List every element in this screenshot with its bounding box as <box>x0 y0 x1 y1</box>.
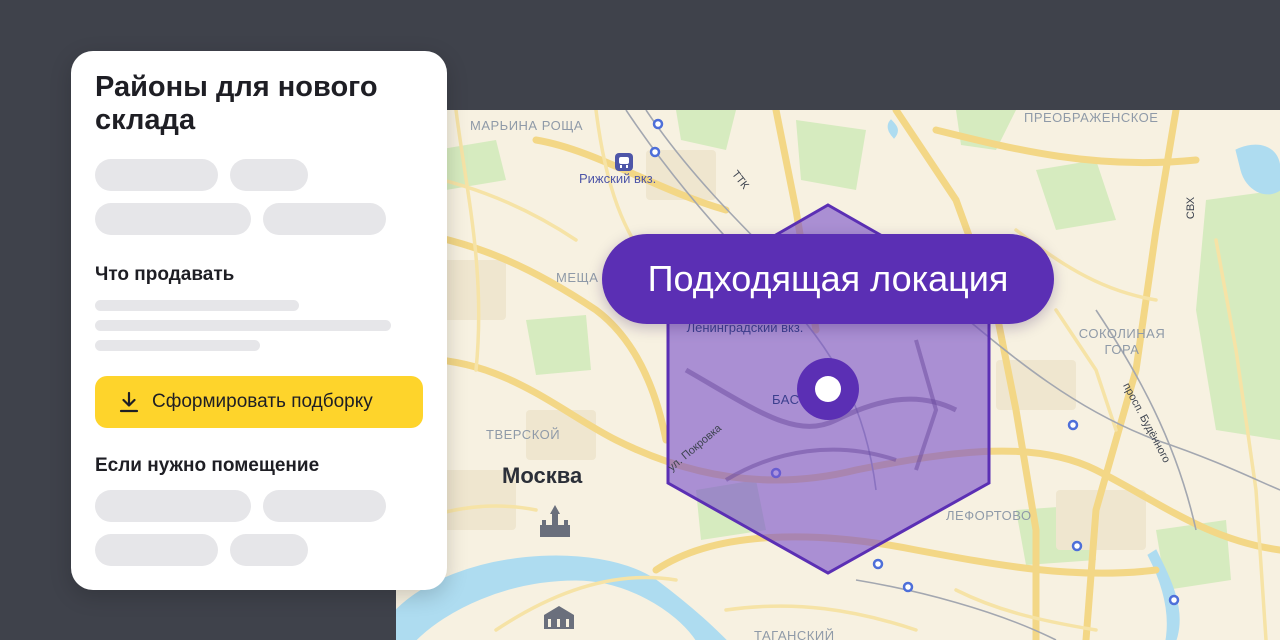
map-label-marina-roshcha: МАРЬИНА РОЩА <box>470 118 584 133</box>
filter-chip-placeholder[interactable] <box>95 159 218 191</box>
map-label-tverskoy: ТВЕРСКОЙ <box>486 427 561 442</box>
generate-selection-label: Сформировать подборку <box>152 391 373 412</box>
download-icon <box>119 391 139 413</box>
kremlin-icon <box>540 505 570 537</box>
filter-chip-placeholder[interactable] <box>95 534 218 566</box>
location-pin-icon[interactable] <box>797 358 859 420</box>
landmark-icon <box>544 606 574 629</box>
filter-chip-placeholder[interactable] <box>263 490 386 522</box>
map-label-sokolinaya-gora: СОКОЛИНАЯ ГОРА <box>1078 326 1166 357</box>
filter-chip-placeholder[interactable] <box>230 534 308 566</box>
map-view[interactable]: МАРЬИНА РОЩА ПРЕОБРАЖЕНСКОЕ Рижский вкз.… <box>396 110 1280 640</box>
text-line-placeholder <box>95 320 391 331</box>
map-label-taganskiy: ТАГАНСКИЙ <box>754 628 835 640</box>
railway-station-icon <box>615 153 633 171</box>
map-label-meshchansky: МЕЩА <box>556 270 599 285</box>
text-line-placeholder <box>95 300 299 311</box>
panel-title: Районы для нового склада <box>95 71 378 136</box>
filter-chip-placeholder[interactable] <box>263 203 386 235</box>
suitable-location-badge: Подходящая локация <box>602 234 1054 324</box>
map-label-svh: СВХ <box>1185 196 1198 220</box>
warehouse-districts-panel: Районы для нового склада Что продавать С… <box>71 51 447 590</box>
map-label-lefortovo: ЛЕФОРТОВО <box>946 508 1032 523</box>
generate-selection-button[interactable]: Сформировать подборку <box>95 376 423 428</box>
map-label-moskva: Москва <box>502 463 583 488</box>
section-title-premises: Если нужно помещение <box>95 455 320 476</box>
filter-chip-placeholder[interactable] <box>95 203 251 235</box>
map-label-preobrazhenskoe: ПРЕОБРАЖЕНСКОЕ <box>1024 110 1159 125</box>
map-canvas <box>396 110 1280 640</box>
text-line-placeholder <box>95 340 260 351</box>
map-label-rizhsky-station: Рижский вкз. <box>579 171 657 186</box>
filter-chip-placeholder[interactable] <box>230 159 308 191</box>
filter-chip-placeholder[interactable] <box>95 490 251 522</box>
section-title-what-to-sell: Что продавать <box>95 264 235 285</box>
map-label-basmanny: БАС <box>772 392 800 407</box>
